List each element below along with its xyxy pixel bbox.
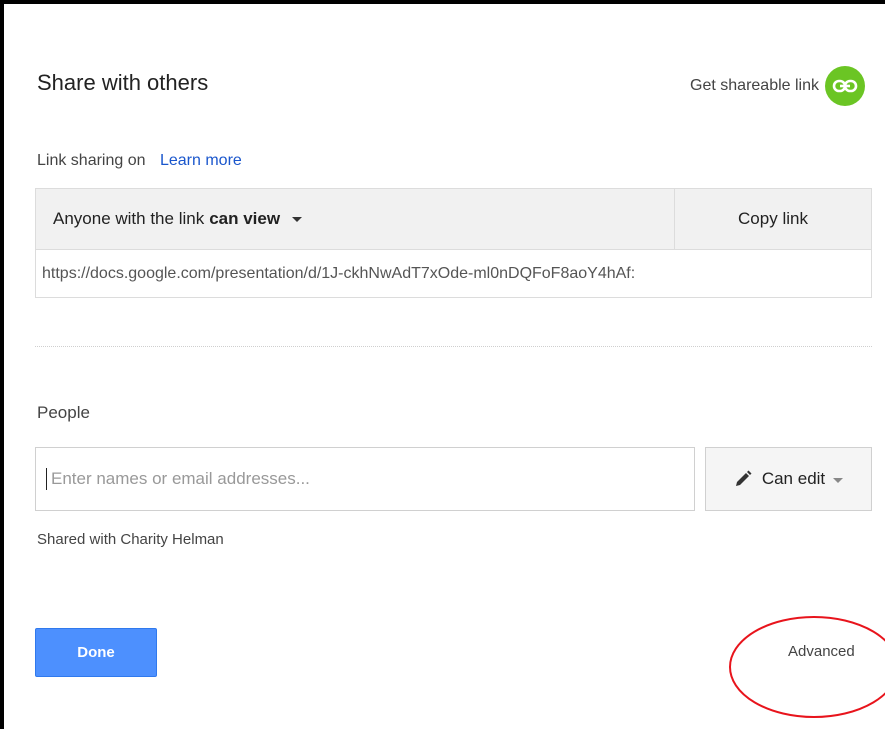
dialog-title: Share with others	[37, 70, 209, 95]
copy-link-button[interactable]: Copy link	[674, 189, 871, 250]
done-button[interactable]: Done	[35, 628, 157, 677]
access-level: can view	[209, 209, 281, 228]
people-label: People	[37, 403, 90, 422]
annotation-ellipse	[729, 616, 885, 718]
access-prefix: Anyone with the link	[53, 209, 205, 228]
share-dialog: Share with others Get shareable link Lin…	[0, 0, 885, 729]
link-box: Anyone with the link can view Copy link …	[35, 188, 872, 298]
link-sharing-label: Link sharing on	[37, 152, 146, 169]
link-icon[interactable]	[825, 66, 865, 106]
permission-dropdown[interactable]: Can edit	[705, 447, 872, 511]
learn-more-link[interactable]: Learn more	[160, 152, 242, 169]
permission-label: Can edit	[761, 469, 826, 488]
section-divider	[35, 346, 872, 347]
advanced-link[interactable]: Advanced	[788, 643, 855, 660]
shared-with-text: Shared with Charity Helman	[37, 531, 224, 548]
people-input-box[interactable]	[35, 447, 695, 511]
pencil-icon	[734, 470, 752, 488]
people-input[interactable]	[49, 468, 653, 490]
share-url-field[interactable]: https://docs.google.com/presentation/d/1…	[36, 250, 871, 297]
caret-down-icon	[292, 216, 303, 222]
link-sharing-status: Link sharing on Learn more	[37, 152, 242, 170]
get-shareable-link-button[interactable]: Get shareable link	[690, 66, 865, 106]
text-cursor	[46, 468, 47, 490]
link-access-dropdown[interactable]: Anyone with the link can view	[36, 189, 674, 250]
caret-down-icon	[833, 478, 844, 483]
get-shareable-link-label: Get shareable link	[690, 77, 819, 94]
